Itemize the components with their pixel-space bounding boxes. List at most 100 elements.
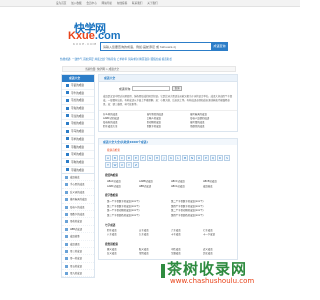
- related-item[interactable]: 带三的成语: [62, 248, 94, 256]
- letter-button[interactable]: L: [175, 155, 181, 161]
- bullet-icon: [66, 98, 69, 102]
- position-link[interactable]: 第三个字带颜色的成语(xxx个): [107, 214, 171, 219]
- topbar-item[interactable]: 关于我们: [147, 2, 157, 5]
- topbar-item[interactable]: 设为首页: [56, 2, 66, 5]
- related-item[interactable]: 成语故事: [62, 233, 94, 241]
- sidebar-item[interactable]: 带鸡的成语: [62, 151, 94, 159]
- position-link[interactable]: 第四个字带颜色的成语(xxx个): [171, 214, 235, 219]
- bullet-icon: [66, 121, 69, 125]
- letter-button[interactable]: Q: [210, 155, 216, 161]
- related-item[interactable]: 描写春天的成语: [62, 196, 94, 204]
- related-item[interactable]: 形容人的成语: [62, 204, 94, 211]
- structure-heading: 按结构检索: [105, 174, 118, 177]
- structure-link[interactable]: ABCA式成语: [171, 185, 203, 190]
- sidebar-item[interactable]: 带马的成语: [62, 128, 94, 136]
- letter-button[interactable]: B: [112, 155, 118, 161]
- topic-link[interactable]: 带数字的成语: [147, 125, 191, 129]
- topic-lists: 什么样的成语 AABC式的成语 形容天的成语 四字成语大全 描写景色的成语 比喻…: [99, 110, 237, 131]
- letter-button[interactable]: W: [112, 162, 118, 168]
- letter-button[interactable]: R: [217, 155, 223, 161]
- topbar-item[interactable]: 加入收藏: [71, 2, 81, 5]
- search-input[interactable]: [103, 44, 211, 50]
- letter-button[interactable]: J: [161, 155, 167, 161]
- length-link[interactable]: 十字成语: [171, 233, 203, 238]
- topbar-item[interactable]: 网站导航: [102, 2, 112, 5]
- search-button[interactable]: 成语查询: [211, 42, 228, 51]
- letter-button[interactable]: O: [196, 155, 202, 161]
- sidebar-item[interactable]: 带狗的成语: [62, 159, 94, 167]
- structure-link[interactable]: AABC式成语: [107, 185, 139, 190]
- category-heading: 按类别检索: [105, 242, 118, 246]
- length-grid: 四字成语 五字成语 六字成语 七字成语 八字成语 九字成语 十字成语 十一字成语: [99, 228, 237, 240]
- sidebar-item[interactable]: 带猴的成语: [62, 144, 94, 152]
- letter-button[interactable]: E: [133, 155, 139, 161]
- letter-button[interactable]: X: [119, 162, 125, 168]
- related-item[interactable]: 反义词的成语: [62, 189, 94, 197]
- sidebar-title: 成语大全: [62, 75, 94, 82]
- topic-link[interactable]: 四字成语大全: [103, 125, 147, 129]
- site-logo[interactable]: 快学网 Kxue.com KXUE.COM: [68, 20, 121, 50]
- letter-button[interactable]: C: [119, 155, 125, 161]
- sidebar: 成语大全 带鼠的成语 带牛的成语 带虎的成语 带兔的成语 带龙的成语 带蛇的成语…: [61, 74, 95, 176]
- hot-words[interactable]: 热搜成语: 一鼓作气 画蛇添足 井底之蛙 守株待兔 亡羊补牢 刻舟求剑 掩耳盗铃…: [60, 57, 260, 61]
- sidebar-item[interactable]: 带兔的成语: [62, 105, 94, 113]
- related-item[interactable]: 带五的成语: [62, 263, 94, 271]
- letter-button[interactable]: Z: [133, 162, 139, 168]
- related-item[interactable]: ABB式成语: [62, 226, 94, 234]
- sidebar-item[interactable]: 带牛的成语: [62, 90, 94, 98]
- category-link[interactable]: 常用成语: [139, 252, 171, 257]
- category-link[interactable]: 反义成语: [107, 252, 139, 257]
- length-link[interactable]: 十一字成语: [203, 233, 235, 238]
- bullet-icon: [65, 257, 68, 261]
- topbar-item[interactable]: 在线投稿: [117, 2, 127, 5]
- bullet-icon: [65, 227, 68, 231]
- letter-button[interactable]: N: [189, 155, 195, 161]
- related-item[interactable]: 成语接龙: [62, 174, 94, 182]
- topic-link[interactable]: 带颜色的成语: [190, 125, 234, 129]
- length-link[interactable]: 九字成语: [139, 233, 171, 238]
- bullet-icon: [65, 212, 68, 216]
- sidebar-item[interactable]: 带鼠的成语: [62, 82, 94, 90]
- letter-button[interactable]: P: [203, 155, 209, 161]
- pinyin-heading: 按拼音检索: [107, 149, 120, 152]
- main-content: 成语大全 成语查询: 查询 成语是汉语中经过长期使用、锤炼而形成的固定短语。它是…: [98, 74, 238, 260]
- structure-link[interactable]: 成语接龙: [203, 185, 235, 190]
- letter-button[interactable]: A: [105, 155, 111, 161]
- related-item[interactable]: 带九的成语: [62, 270, 94, 278]
- letter-button[interactable]: S: [224, 155, 230, 161]
- letter-button[interactable]: M: [182, 155, 188, 161]
- bullet-icon: [65, 249, 68, 253]
- watermark-bar: [161, 264, 165, 278]
- top-bar: 设为首页 加入收藏 会员中心 网站导航 在线投稿 联系我们 关于我们: [0, 0, 300, 7]
- watermark-url: www.chashushoulu.com: [170, 277, 255, 285]
- bullet-icon: [66, 145, 69, 148]
- related-item[interactable]: 带花的成语: [62, 218, 94, 226]
- query-input[interactable]: [132, 86, 170, 91]
- related-item[interactable]: 带一的成语: [62, 255, 94, 263]
- sidebar-item[interactable]: 带虎的成语: [62, 97, 94, 106]
- related-item[interactable]: 带数字的成语: [62, 211, 94, 219]
- logo-brand: Kxue.com: [68, 30, 121, 42]
- topbar-item[interactable]: 会员中心: [86, 2, 96, 5]
- breadcrumb: 当前位置: 快学网 > 成语大全: [62, 66, 236, 72]
- sidebar-item[interactable]: 带蛇的成语: [62, 120, 94, 129]
- header: 快学网 Kxue.com KXUE.COM 成语查询 热搜成语: 一鼓作气 画蛇…: [0, 7, 300, 64]
- query-button[interactable]: 查询: [172, 86, 182, 91]
- structure-link[interactable]: ABB式成语: [139, 185, 171, 190]
- letter-button[interactable]: D: [126, 155, 132, 161]
- letter-button[interactable]: H: [154, 155, 160, 161]
- related-item[interactable]: 成语谜语: [62, 241, 94, 248]
- letter-button[interactable]: T: [105, 162, 111, 168]
- sidebar-item[interactable]: 带龙的成语: [62, 113, 94, 121]
- letter-button[interactable]: K: [168, 155, 174, 161]
- category-link[interactable]: 生僻成语: [171, 252, 203, 257]
- letter-button[interactable]: G: [147, 155, 153, 161]
- sidebar-item[interactable]: 带羊的成语: [62, 136, 94, 144]
- letter-button[interactable]: F: [140, 155, 146, 161]
- related-item[interactable]: 手心里的成语: [62, 181, 94, 189]
- topbar-item[interactable]: 联系我们: [132, 2, 142, 5]
- query-row: 成语查询: 查询: [99, 85, 237, 94]
- length-link[interactable]: 八字成语: [107, 233, 139, 238]
- letter-button[interactable]: Y: [126, 162, 132, 168]
- category-link[interactable]: 历史成语: [203, 252, 235, 257]
